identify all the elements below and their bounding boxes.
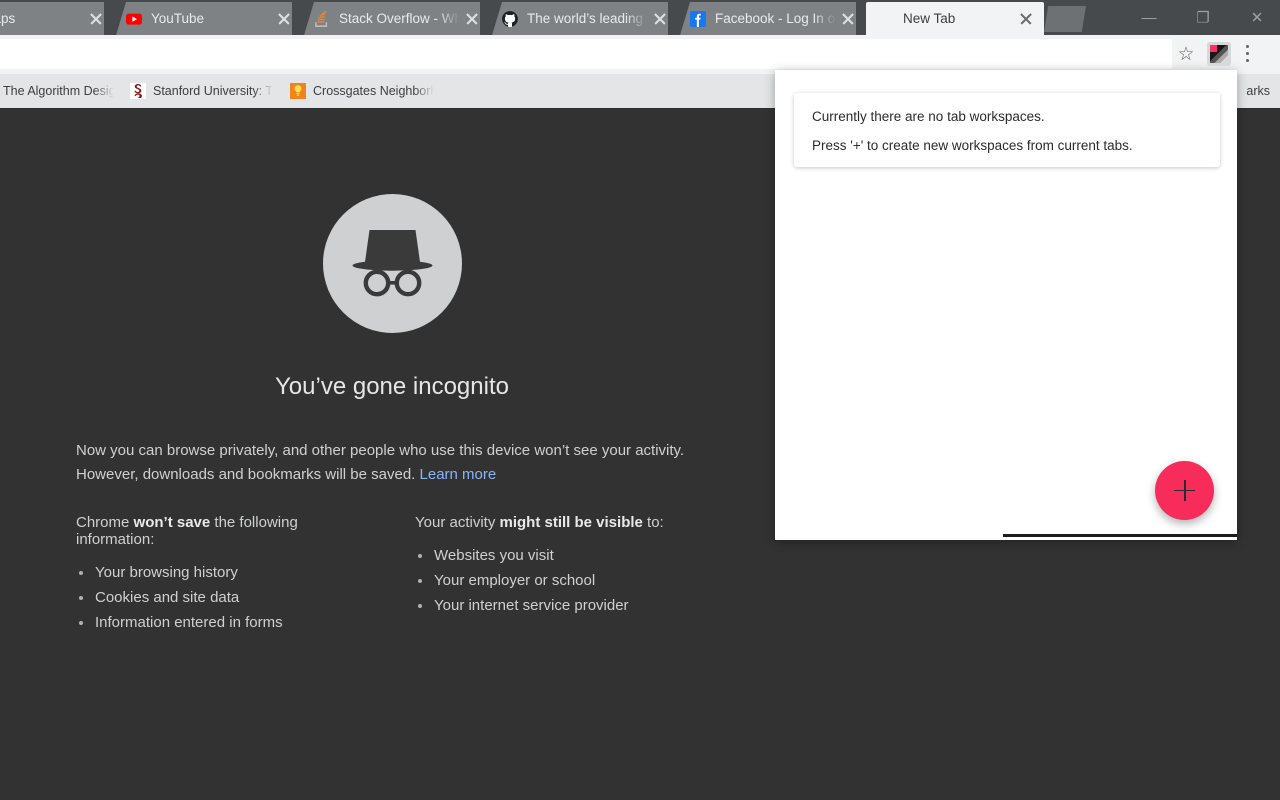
- tab-youtube[interactable]: YouTube: [114, 2, 302, 35]
- tab-github[interactable]: The world’s leading: [490, 2, 678, 35]
- bookmark-algorithm-design[interactable]: The Algorithm Design: [0, 79, 122, 103]
- list-item: Your employer or school: [415, 568, 708, 593]
- learn-more-link[interactable]: Learn more: [420, 466, 497, 483]
- youtube-favicon-icon: [126, 11, 142, 27]
- facebook-favicon-icon: [690, 11, 706, 27]
- column-heading-bold: won’t save: [134, 514, 211, 531]
- tab-facebook[interactable]: Facebook - Log In o: [678, 2, 866, 35]
- tab-workspaces-popup: Currently there are no tab workspaces. P…: [775, 70, 1237, 540]
- browser-window: e Maps YouTube: [0, 0, 1280, 800]
- tab-title: The world’s leading: [527, 11, 648, 26]
- tab-workspaces-extension-icon[interactable]: [1207, 42, 1231, 66]
- chrome-menu-icon[interactable]: [1246, 45, 1250, 63]
- other-bookmarks-button[interactable]: arks: [1240, 79, 1276, 103]
- column-heading-post: to:: [643, 514, 664, 531]
- tab-close-icon[interactable]: [1014, 7, 1038, 31]
- bookmark-stanford-university[interactable]: Stanford University: T: [122, 79, 282, 103]
- tab-strip: e Maps YouTube: [0, 0, 1280, 35]
- tab-title: Stack Overflow - Wh: [339, 11, 460, 26]
- empty-state-card: Currently there are no tab workspaces. P…: [794, 93, 1220, 167]
- tab-google-maps[interactable]: e Maps: [0, 2, 114, 35]
- add-workspace-button[interactable]: [1155, 461, 1214, 520]
- minimize-icon: —: [1142, 10, 1157, 25]
- empty-state-line-1: Currently there are no tab workspaces.: [812, 109, 1220, 124]
- crossgates-favicon-icon: [290, 83, 306, 99]
- column-wont-save: Chrome won’t save the following informat…: [76, 514, 369, 635]
- bookmark-crossgates-neighborhood[interactable]: Crossgates Neighborh: [282, 79, 442, 103]
- list-item: Cookies and site data: [76, 585, 369, 610]
- newtab-favicon-icon: [878, 11, 894, 27]
- column-heading-pre: Your activity: [415, 514, 500, 531]
- column-might-be-visible: Your activity might still be visible to:…: [415, 514, 708, 635]
- stackoverflow-favicon-icon: [314, 11, 330, 27]
- restore-icon: ❐: [1196, 10, 1209, 25]
- incognito-spy-icon: [323, 194, 462, 333]
- github-favicon-icon: [502, 11, 518, 27]
- window-close-button[interactable]: ✕: [1234, 0, 1280, 35]
- bookmark-label: The Algorithm Design: [3, 84, 114, 98]
- popup-bottom-divider: [1003, 534, 1237, 537]
- bookmark-label: Crossgates Neighborh: [313, 84, 434, 98]
- tab-title: e Maps: [0, 11, 84, 26]
- new-tab-button[interactable]: [1044, 6, 1086, 32]
- bookmark-label: Stanford University: T: [153, 84, 273, 98]
- list-item: Your internet service provider: [415, 593, 708, 618]
- incognito-panel: You’ve gone incognito Now you can browse…: [76, 194, 708, 635]
- address-bar[interactable]: [0, 39, 1172, 69]
- empty-state-line-2: Press '+' to create new workspaces from …: [812, 138, 1220, 153]
- stanford-favicon-icon: [130, 83, 146, 99]
- list-item: Websites you visit: [415, 543, 708, 568]
- page-title: You’ve gone incognito: [76, 373, 708, 401]
- other-bookmarks-label: arks: [1246, 84, 1270, 98]
- tab-title: New Tab: [903, 11, 1014, 26]
- column-list: Websites you visit Your employer or scho…: [415, 543, 708, 618]
- list-item: Your browsing history: [76, 560, 369, 585]
- incognito-description: Now you can browse privately, and other …: [76, 439, 708, 486]
- incognito-description-text: Now you can browse privately, and other …: [76, 442, 684, 483]
- tab-title: YouTube: [151, 11, 272, 26]
- list-item: Information entered in forms: [76, 610, 369, 635]
- window-restore-button[interactable]: ❐: [1180, 0, 1226, 35]
- close-icon: ✕: [1251, 10, 1264, 25]
- browser-toolbar: ☆: [0, 35, 1280, 74]
- extension-badge-dot: [1210, 45, 1217, 52]
- window-minimize-button[interactable]: —: [1126, 0, 1172, 35]
- tab-stack-overflow[interactable]: Stack Overflow - Wh: [302, 2, 490, 35]
- column-heading: Your activity might still be visible to:: [415, 514, 708, 531]
- incognito-columns: Chrome won’t save the following informat…: [76, 514, 708, 635]
- column-heading-bold: might still be visible: [500, 514, 643, 531]
- column-heading: Chrome won’t save the following informat…: [76, 514, 369, 548]
- tab-new-tab[interactable]: New Tab: [866, 2, 1044, 35]
- column-list: Your browsing history Cookies and site d…: [76, 560, 369, 635]
- column-heading-pre: Chrome: [76, 514, 134, 531]
- tab-title: Facebook - Log In o: [715, 11, 836, 26]
- bookmark-star-icon[interactable]: ☆: [1175, 44, 1197, 66]
